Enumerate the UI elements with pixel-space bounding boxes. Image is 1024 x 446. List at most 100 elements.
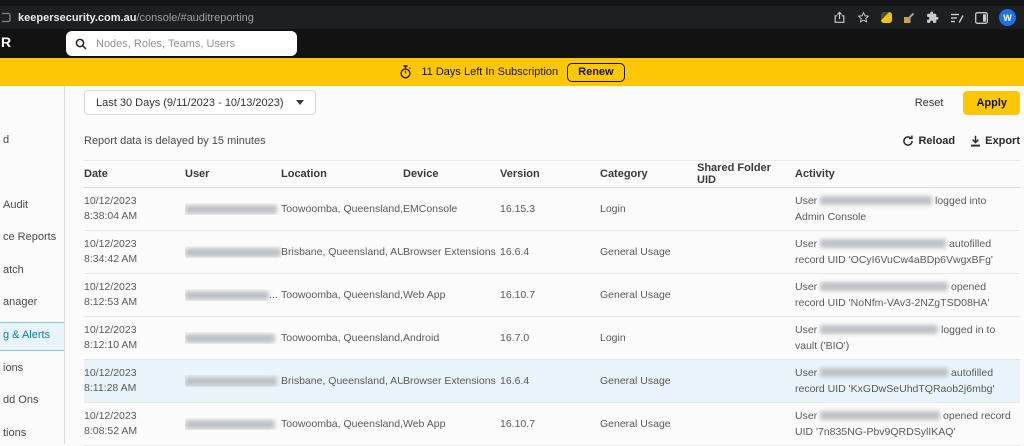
cell-location: Toowoomba, Queensland, AU [281,203,403,215]
export-button[interactable]: Export [970,135,1020,147]
browser-profile-avatar[interactable]: W [999,9,1016,26]
apply-button[interactable]: Apply [963,91,1020,115]
column-header-user[interactable]: User [185,168,281,180]
table-row[interactable]: 10/12/20238:11:28 AM Brisbane, Queensland… [84,360,1020,403]
column-header-date[interactable]: Date [84,168,185,180]
app-header: R [0,29,1024,58]
cell-version: 16.10.7 [500,418,600,430]
cell-activity: User opened record UID '7n835NG-Pbv9QRDS… [795,408,1020,441]
sidebar-item[interactable]: g & Alerts [3,329,50,341]
column-header-category[interactable]: Category [600,168,697,180]
side-panel-icon[interactable] [975,12,988,24]
filter-row: Last 30 Days (9/11/2023 - 10/13/2023) Re… [84,89,1020,116]
cell-category: General Usage [600,418,697,430]
audit-table: Date User Location Device Version Catego… [84,160,1020,446]
table-row[interactable]: 10/12/20238:38:04 AM Toowoomba, Queenslan… [84,188,1020,231]
redacted-user-email [185,420,275,429]
search-input[interactable] [94,37,288,51]
cell-date: 10/12/20238:34:42 AM [84,237,185,267]
cell-location: Toowoomba, Queensland, AU [281,289,403,301]
sidebar: d Audit ce Reports atch anager g & Alerts ions… [0,86,65,444]
cell-date: 10/12/20238:11:28 AM [84,366,185,396]
sidebar-item[interactable]: dd Ons [3,394,38,406]
cell-user [185,418,281,430]
sidebar-item[interactable]: ions [3,362,23,374]
url-text[interactable]: keepersecurity.com.au/console/#auditrepo… [18,12,254,24]
site-info-icon[interactable] [2,12,12,23]
url-path: /console/#auditreporting [136,12,253,24]
sidebar-item[interactable]: d [3,134,9,146]
column-header-shared-folder-uid[interactable]: Shared Folder UID [697,162,795,186]
share-icon[interactable] [833,11,846,24]
cell-category: General Usage [600,289,697,301]
sidebar-item[interactable]: Audit [3,199,28,211]
column-header-version[interactable]: Version [500,168,600,180]
cell-device: Browser Extensions [403,246,500,258]
cell-category: Login [600,332,697,344]
column-header-activity[interactable]: Activity [795,168,1020,180]
redacted-user-email [185,248,281,257]
reload-icon [902,135,914,147]
cell-version: 16.6.4 [500,375,600,387]
cell-location: Brisbane, Queensland, AU [281,375,403,387]
search-icon [75,38,87,50]
redacted-user-email [185,377,277,386]
cell-device: EMConsole [403,203,500,215]
browser-address-bar: keepersecurity.com.au/console/#auditrepo… [0,0,1024,29]
cell-user [185,332,281,344]
main-panel: Last 30 Days (9/11/2023 - 10/13/2023) Re… [65,86,1024,444]
cell-version: 16.7.0 [500,332,600,344]
cell-activity: User opened record UID 'NoNfm-VAv3-2NZgT… [795,279,1020,312]
keeper-extension-icon[interactable] [881,12,892,23]
cell-activity: User autofilled record UID 'OCyI6VuCw4aB… [795,236,1020,269]
global-search[interactable] [66,31,297,56]
redacted-user-email [185,205,277,214]
chevron-down-icon [296,100,304,105]
cell-category: Login [600,203,697,215]
cell-user: ... [185,289,281,301]
sidebar-item[interactable]: anager [3,296,37,308]
column-header-device[interactable]: Device [403,168,500,180]
redacted-user-email [185,334,275,343]
cell-date: 10/12/20238:12:10 AM [84,323,185,353]
redacted-activity-user [820,368,948,377]
date-range-dropdown[interactable]: Last 30 Days (9/11/2023 - 10/13/2023) [84,90,316,115]
cell-device: Android [403,332,500,344]
table-row[interactable]: 10/12/20238:08:52 AMToowoomba, Queenslan… [84,403,1020,446]
date-range-label: Last 30 Days (9/11/2023 - 10/13/2023) [96,97,284,109]
export-download-icon [970,135,981,147]
table-header-row: Date User Location Device Version Catego… [84,160,1020,188]
cell-location: Brisbane, Queensland, AU [281,246,403,258]
renew-button[interactable]: Renew [567,63,624,82]
url-domain: keepersecurity.com.au [18,12,136,24]
table-row[interactable]: 10/12/20238:12:10 AMToowoomba, Queenslan… [84,317,1020,360]
cell-version: 16.15.3 [500,203,600,215]
table-row[interactable]: 10/12/20238:12:53 AM...Toowoomba, Queens… [84,274,1020,317]
pen-extension-icon[interactable] [903,12,915,24]
subscription-message: 11 Days Left In Subscription [421,66,558,78]
cell-device: Browser Extensions [403,375,500,387]
bookmark-star-icon[interactable] [857,11,870,24]
keeper-logo-fragment: R [1,34,12,50]
reset-button[interactable]: Reset [903,92,956,114]
redacted-user-email [185,291,269,300]
timer-icon [399,65,412,79]
cell-date: 10/12/20238:38:04 AM [84,194,185,224]
table-row[interactable]: 10/12/20238:34:42 AMuBrisbane, Queenslan… [84,231,1020,274]
content-area: d Audit ce Reports atch anager g & Alerts ions… [0,86,1024,444]
reading-list-icon[interactable] [950,12,964,24]
cell-category: General Usage [600,375,697,387]
reload-button[interactable]: Reload [902,135,955,147]
sidebar-item[interactable]: tions [3,427,26,439]
column-header-location[interactable]: Location [281,168,403,180]
cell-device: Web App [403,418,500,430]
sidebar-item[interactable]: atch [3,264,24,276]
table-body: 10/12/20238:38:04 AM Toowoomba, Queenslan… [84,188,1020,446]
cell-activity: User autofilled record UID 'KxGDwSeUhdTQ… [795,365,1020,398]
sidebar-item[interactable]: ce Reports [3,231,56,243]
extensions-puzzle-icon[interactable] [926,11,939,24]
cell-user [185,375,281,387]
cell-user [185,203,281,215]
cell-version: 16.6.4 [500,246,600,258]
delay-notice: Report data is delayed by 15 minutes [84,135,266,147]
